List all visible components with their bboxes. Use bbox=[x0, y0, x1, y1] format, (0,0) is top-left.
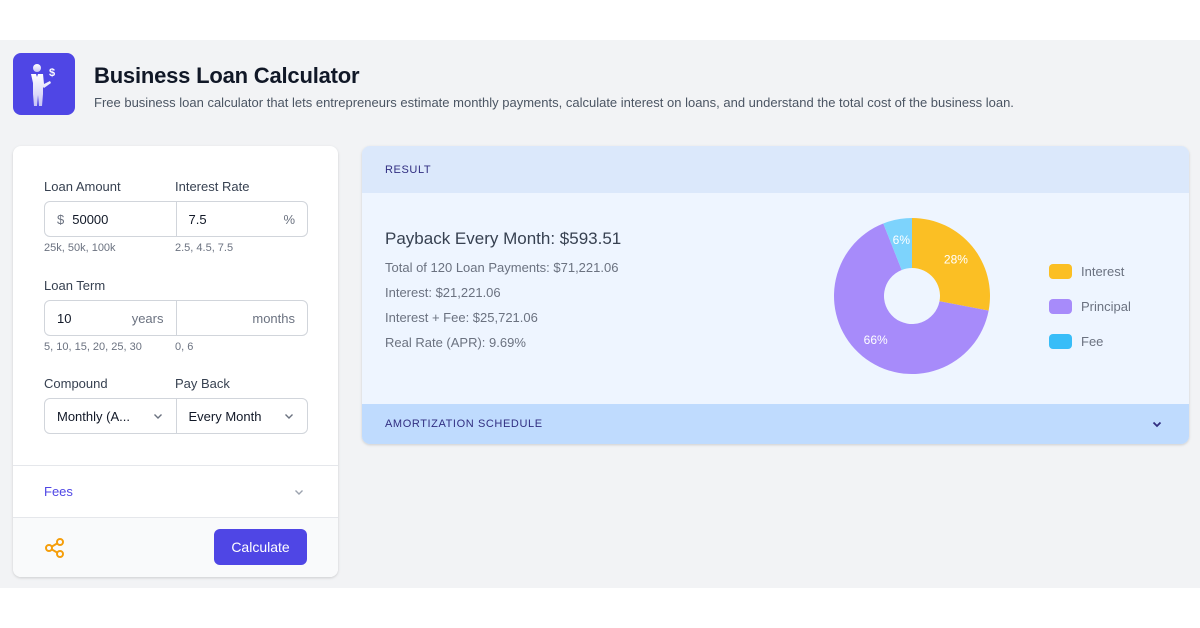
loan-amount-value: 50000 bbox=[72, 211, 109, 227]
chart-legend: Interest Principal Fee bbox=[1049, 254, 1131, 359]
compound-select[interactable]: Monthly (A... bbox=[45, 399, 176, 433]
loan-amount-input[interactable]: $ 50000 bbox=[45, 202, 176, 236]
slice-label-fee: 6% bbox=[893, 233, 911, 247]
interest-rate-label: Interest Rate bbox=[175, 179, 250, 194]
total-payments: Total of 120 Loan Payments: $71,221.06 bbox=[385, 260, 619, 275]
dollar-prefix: $ bbox=[57, 211, 65, 227]
legend-label: Fee bbox=[1081, 334, 1104, 349]
slice-label-interest: 28% bbox=[944, 253, 968, 267]
loan-term-group: 10 years months bbox=[44, 300, 308, 336]
amortization-schedule-toggle[interactable]: AMORTIZATION SCHEDULE bbox=[362, 404, 1189, 444]
result-header: RESULT bbox=[362, 146, 1189, 193]
payment-breakdown-chart: 28% 66% 6% bbox=[834, 218, 990, 374]
chevron-down-icon bbox=[1152, 421, 1162, 428]
chevron-down-icon bbox=[285, 414, 293, 419]
svg-text:$: $ bbox=[49, 67, 55, 79]
businessman-dollar-icon: $ bbox=[31, 64, 55, 106]
interest-plus-fee: Interest + Fee: $25,721.06 bbox=[385, 310, 538, 325]
page-title: Business Loan Calculator bbox=[94, 63, 360, 88]
form-footer: Calculate bbox=[13, 517, 338, 577]
chevron-down-icon bbox=[153, 414, 162, 419]
chevron-down-icon bbox=[295, 489, 303, 495]
pay-back-label: Pay Back bbox=[175, 376, 230, 391]
loan-term-label: Loan Term bbox=[44, 278, 106, 293]
interest-rate-hint: 2.5, 4.5, 7.5 bbox=[175, 242, 234, 254]
monthly-payback: Payback Every Month: $593.51 bbox=[385, 229, 622, 248]
months-hint: 0, 6 bbox=[175, 341, 194, 353]
amount-rate-group: $ 50000 7.5 % bbox=[44, 201, 308, 237]
percent-suffix: % bbox=[283, 211, 295, 227]
legend-swatch bbox=[1049, 299, 1072, 314]
slice-label-principal: 66% bbox=[864, 333, 888, 347]
amortization-label: AMORTIZATION SCHEDULE bbox=[385, 418, 543, 430]
years-hint: 5, 10, 15, 20, 25, 30 bbox=[44, 341, 142, 353]
loan-amount-label: Loan Amount bbox=[44, 179, 121, 194]
legend-item-principal[interactable]: Principal bbox=[1049, 289, 1131, 324]
compound-selected: Monthly (A... bbox=[57, 408, 130, 424]
compound-payback-group: Monthly (A... Every Month bbox=[44, 398, 308, 434]
fees-label: Fees bbox=[44, 484, 73, 499]
result-card: RESULT Payback Every Month: $593.51 Tota… bbox=[362, 146, 1189, 444]
loan-amount-hint: 25k, 50k, 100k bbox=[44, 242, 116, 254]
years-suffix: years bbox=[131, 310, 164, 326]
app-logo: $ bbox=[13, 53, 75, 115]
calculate-button[interactable]: Calculate bbox=[214, 529, 307, 565]
donut-chart-svg: 28% 66% 6% bbox=[834, 218, 990, 374]
interest-rate-value: 7.5 bbox=[188, 211, 207, 227]
legend-item-fee[interactable]: Fee bbox=[1049, 324, 1131, 359]
legend-label: Principal bbox=[1081, 299, 1131, 314]
legend-label: Interest bbox=[1081, 264, 1125, 279]
compound-label: Compound bbox=[44, 376, 108, 391]
legend-item-interest[interactable]: Interest bbox=[1049, 254, 1131, 289]
months-suffix: months bbox=[252, 310, 295, 326]
legend-swatch bbox=[1049, 334, 1072, 349]
fees-toggle[interactable]: Fees bbox=[13, 465, 338, 517]
loan-term-years-input[interactable]: 10 years bbox=[45, 301, 176, 335]
pay-back-select[interactable]: Every Month bbox=[175, 399, 308, 433]
share-icon[interactable] bbox=[44, 537, 66, 559]
total-interest: Interest: $21,221.06 bbox=[385, 285, 501, 300]
interest-rate-input[interactable]: 7.5 % bbox=[175, 202, 308, 236]
legend-swatch bbox=[1049, 264, 1072, 279]
page-subtitle: Free business loan calculator that lets … bbox=[94, 95, 1014, 110]
loan-form-card: Loan Amount Interest Rate $ 50000 7.5 % … bbox=[13, 146, 338, 577]
real-rate-apr: Real Rate (APR): 9.69% bbox=[385, 335, 526, 350]
pay-back-selected: Every Month bbox=[188, 408, 262, 424]
loan-term-months-input[interactable]: months bbox=[175, 301, 308, 335]
years-value: 10 bbox=[57, 310, 72, 326]
